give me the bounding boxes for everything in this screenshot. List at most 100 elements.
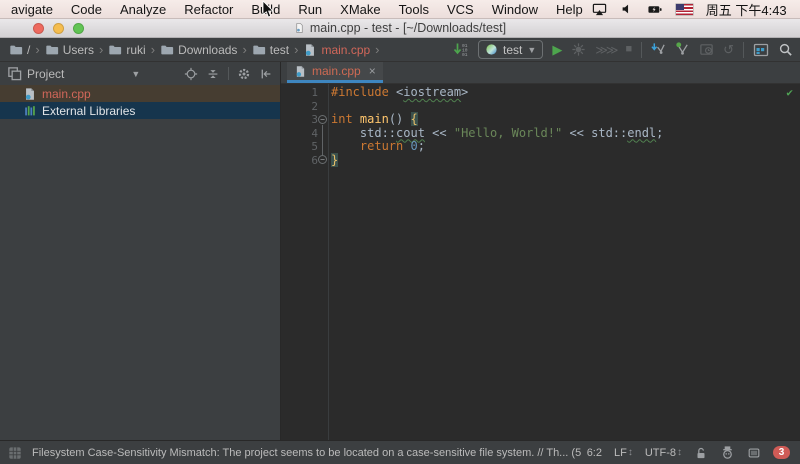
update-project-icon[interactable] bbox=[651, 42, 666, 57]
breadcrumb-item[interactable]: Downloads bbox=[158, 43, 239, 57]
chevron-down-icon[interactable]: ▼ bbox=[131, 69, 140, 79]
tab-main-cpp[interactable]: main.cpp × bbox=[287, 62, 383, 83]
line-number: 1 bbox=[311, 86, 318, 99]
mouse-cursor bbox=[262, 1, 274, 18]
toolwindow-switcher-icon[interactable] bbox=[8, 446, 22, 460]
folder-icon bbox=[9, 43, 23, 57]
project-tool-icon bbox=[7, 66, 22, 81]
close-window-button[interactable] bbox=[33, 22, 44, 34]
chevron-right-icon: › bbox=[375, 42, 380, 57]
line-separator-widget[interactable]: LF ↕ bbox=[614, 447, 633, 459]
toolbar-separator bbox=[743, 41, 744, 58]
reader-mode-icon[interactable] bbox=[747, 446, 761, 460]
chevron-right-icon: › bbox=[150, 42, 156, 57]
profiler-icon[interactable]: ≫≫ bbox=[595, 44, 618, 56]
editor-tab-bar: main.cpp × bbox=[281, 62, 800, 84]
breadcrumb-item[interactable]: test bbox=[250, 43, 291, 57]
menu-item-avigate[interactable]: avigate bbox=[2, 0, 62, 19]
gutter-separator bbox=[328, 84, 329, 440]
fold-marker-icon[interactable]: − bbox=[318, 155, 327, 164]
navigation-toolbar: / › Users › ruki › Downloads › test › main.cpp › te… bbox=[0, 38, 800, 62]
chevron-right-icon: › bbox=[99, 42, 104, 57]
menu-item-run[interactable]: Run bbox=[289, 0, 331, 19]
menubar-status-area: 周五 下午4:43 bbox=[592, 0, 800, 19]
code-line[interactable]: 2 bbox=[281, 100, 800, 114]
code-area[interactable]: 1 #include <iostream> 2 3 int main() {4 std:… bbox=[281, 84, 800, 167]
line-number: 4 bbox=[311, 126, 318, 140]
project-panel-title[interactable]: Project bbox=[27, 67, 64, 81]
breadcrumb-item[interactable]: / bbox=[7, 43, 32, 57]
window-title-bar[interactable]: main.cpp - test - [~/Downloads/test] bbox=[0, 19, 800, 38]
notifications-badge[interactable]: 3 bbox=[773, 446, 790, 459]
close-tab-icon[interactable]: × bbox=[369, 64, 376, 78]
menu-item-code[interactable]: Code bbox=[62, 0, 111, 19]
run-configuration-select[interactable]: test ▼ bbox=[478, 40, 544, 59]
chevron-right-icon: › bbox=[242, 42, 247, 57]
project-tree-item[interactable]: main.cpp bbox=[0, 85, 280, 102]
menubar-clock[interactable]: 周五 下午4:43 bbox=[706, 0, 787, 19]
fold-region-line bbox=[322, 125, 323, 156]
chevron-right-icon: › bbox=[294, 42, 299, 57]
binary-download-icon[interactable] bbox=[453, 42, 469, 58]
window-layout-icon[interactable] bbox=[753, 42, 769, 58]
chevron-right-icon: › bbox=[35, 42, 40, 57]
settings-gear-icon[interactable] bbox=[237, 67, 251, 81]
document-icon bbox=[294, 22, 305, 34]
write-access-lock-icon[interactable] bbox=[694, 446, 708, 460]
code-line[interactable]: 6} bbox=[281, 152, 800, 168]
menu-item-tools[interactable]: Tools bbox=[390, 0, 438, 19]
stop-icon[interactable]: ■ bbox=[625, 44, 632, 55]
status-bar-widgets: 6:2 LF ↕ UTF-8 ↕ 3 bbox=[587, 445, 792, 460]
code-line[interactable]: 1 #include <iostream> bbox=[281, 85, 800, 100]
revert-icon[interactable]: ↺ bbox=[723, 43, 734, 56]
volume-icon[interactable] bbox=[620, 2, 634, 16]
menubar-items: avigateCodeAnalyzeRefactorBuildRunXMakeT… bbox=[2, 0, 592, 19]
menu-item-xmake[interactable]: XMake bbox=[331, 0, 389, 19]
toolbar-actions: test ▼ ▶ ≫≫ ■ ↺ bbox=[453, 40, 793, 59]
caret-position[interactable]: 6:2 bbox=[587, 447, 602, 459]
hector-inspections-icon[interactable] bbox=[720, 445, 735, 460]
collapse-all-icon[interactable] bbox=[206, 67, 220, 81]
line-number: 5 bbox=[311, 140, 318, 153]
vcs-commit-icon[interactable] bbox=[675, 42, 690, 57]
airplay-icon[interactable] bbox=[592, 2, 607, 17]
minimize-window-button[interactable] bbox=[53, 22, 64, 34]
breadcrumb-item[interactable]: ruki bbox=[106, 43, 147, 57]
status-bar: Filesystem Case-Sensitivity Mismatch: Th… bbox=[0, 440, 800, 464]
menu-item-vcs[interactable]: VCS bbox=[438, 0, 483, 19]
battery-icon[interactable] bbox=[647, 2, 663, 17]
zoom-window-button[interactable] bbox=[73, 22, 84, 34]
debug-icon[interactable] bbox=[571, 42, 586, 57]
code-text: #include <iostream> bbox=[331, 85, 469, 99]
line-number: 2 bbox=[311, 99, 318, 113]
clion-window: avigateCodeAnalyzeRefactorBuildRunXMakeT… bbox=[0, 0, 800, 464]
project-tree-item[interactable]: External Libraries bbox=[0, 102, 280, 119]
inspections-ok-icon[interactable]: ✔ bbox=[786, 86, 793, 99]
project-panel-empty bbox=[0, 119, 280, 440]
code-line[interactable]: 5 return 0; bbox=[281, 139, 800, 154]
locate-file-icon[interactable] bbox=[184, 67, 198, 81]
code-line[interactable]: 4 std::cout << "Hello, World!" << std::e… bbox=[281, 126, 800, 141]
breadcrumb-item[interactable]: Users bbox=[43, 43, 96, 57]
hide-panel-icon[interactable] bbox=[259, 67, 273, 81]
file-encoding-widget[interactable]: UTF-8 ↕ bbox=[645, 447, 682, 459]
chevron-down-icon: ▼ bbox=[527, 44, 537, 55]
status-message[interactable]: Filesystem Case-Sensitivity Mismatch: Th… bbox=[32, 447, 581, 459]
search-everywhere-icon[interactable] bbox=[778, 42, 793, 57]
menu-item-analyze[interactable]: Analyze bbox=[111, 0, 175, 19]
code-editor[interactable]: − − 1 #include <iostream> 2 3 int main() {4 … bbox=[281, 84, 800, 440]
toolbar-separator bbox=[641, 41, 643, 58]
run-button[interactable]: ▶ bbox=[552, 43, 562, 56]
keyboard-layout-flag-icon[interactable] bbox=[675, 3, 693, 15]
run-configuration-label: test bbox=[503, 42, 523, 57]
library-icon bbox=[23, 104, 37, 118]
history-icon[interactable] bbox=[699, 42, 714, 57]
menu-item-window[interactable]: Window bbox=[483, 0, 547, 19]
menu-item-refactor[interactable]: Refactor bbox=[175, 0, 242, 19]
menu-item-help[interactable]: Help bbox=[547, 0, 592, 19]
code-line[interactable]: 3 int main() { bbox=[281, 112, 800, 127]
fold-marker-icon[interactable]: − bbox=[318, 115, 327, 124]
project-panel-header: Project ▼ bbox=[0, 62, 280, 85]
breadcrumb-item[interactable]: main.cpp bbox=[301, 43, 372, 57]
